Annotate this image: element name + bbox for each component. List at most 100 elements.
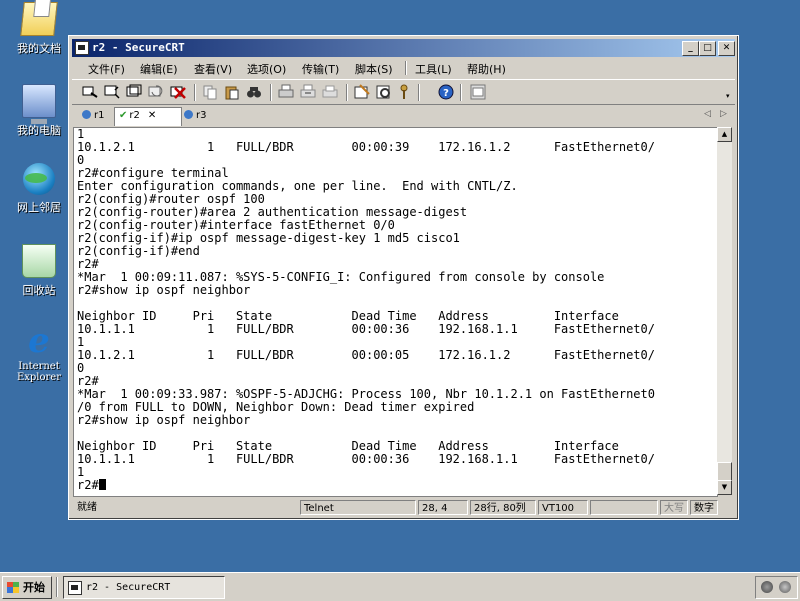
- connect-icon[interactable]: [82, 84, 98, 100]
- menu-options[interactable]: 选项(O): [247, 61, 286, 77]
- print-icon[interactable]: [278, 84, 294, 100]
- my-computer-icon: [22, 84, 56, 124]
- status-ready: 就绪: [77, 502, 97, 513]
- status-caps-lock: 大写: [660, 500, 688, 515]
- scroll-up-button[interactable]: ▲: [717, 127, 732, 142]
- network-places-icon: [23, 163, 55, 195]
- desktop-icon-label: 网上邻居: [17, 201, 61, 214]
- terminal-line: 10.1.2.1 1 FULL/BDR 00:00:39 172.16.1.2 …: [77, 140, 655, 154]
- tab-r2[interactable]: ✔ r2 ✕: [114, 107, 182, 126]
- tab-close-icon[interactable]: ✕: [148, 110, 156, 121]
- terminal-line: r2#show ip ospf neighbor: [77, 283, 251, 297]
- toolbar: ? ▾: [72, 79, 735, 105]
- disconnect-icon[interactable]: [170, 84, 186, 100]
- menu-edit[interactable]: 编辑(E): [140, 61, 178, 77]
- tab-label: r2: [129, 110, 140, 121]
- terminal-output: 1 10.1.2.1 1 FULL/BDR 00:00:39 172.16.1.2…: [77, 128, 655, 492]
- desktop-icon-label: 我的电脑: [17, 124, 61, 137]
- toolbar-separator: [346, 84, 348, 101]
- toolbar-separator: [194, 84, 196, 101]
- toolbar-separator: [270, 84, 272, 101]
- terminal-prompt-line: r2#: [77, 479, 655, 492]
- network-status-icon[interactable]: [779, 581, 791, 593]
- tab-r3[interactable]: r3: [184, 108, 212, 124]
- print-selection-icon[interactable]: [300, 84, 316, 100]
- terminal-line: 10.1.1.1 1 FULL/BDR 00:00:36 192.168.1.1…: [77, 322, 655, 336]
- maximize-button[interactable]: □: [699, 41, 716, 56]
- desktop-icon-label: 我的文档: [17, 42, 61, 55]
- volume-icon[interactable]: [761, 581, 773, 593]
- reconnect-icon[interactable]: [148, 84, 164, 100]
- find-icon[interactable]: [246, 84, 262, 100]
- scroll-down-button[interactable]: ▼: [717, 480, 732, 495]
- copy-icon[interactable]: [202, 84, 218, 100]
- terminal-line: 10.1.1.1 1 FULL/BDR 00:00:36 192.168.1.1…: [77, 452, 655, 466]
- vertical-scrollbar[interactable]: ▲ ▼: [717, 127, 732, 495]
- menu-file[interactable]: 文件(F): [88, 61, 125, 77]
- menu-tools[interactable]: 工具(L): [415, 61, 452, 77]
- tab-label: r3: [196, 110, 207, 121]
- internet-explorer-icon: e: [28, 321, 50, 361]
- securecrt-app-icon: [68, 581, 82, 595]
- session-icon: [82, 110, 91, 119]
- taskbar-button-securecrt[interactable]: r2 - SecureCRT: [63, 576, 225, 599]
- taskbar-button-label: r2 - SecureCRT: [86, 582, 171, 593]
- start-button[interactable]: 开始: [2, 576, 52, 599]
- keymap-icon[interactable]: [396, 84, 412, 100]
- status-terminal-size: 28行, 80列: [470, 500, 536, 515]
- session-tabs: r1 ✔ r2 ✕ r3 ◁ ▷: [72, 106, 735, 126]
- menu-separator: [405, 61, 407, 75]
- minimize-button[interactable]: _: [682, 41, 699, 56]
- paste-icon[interactable]: [224, 84, 240, 100]
- terminal-line: r2#show ip ospf neighbor: [77, 413, 251, 427]
- taskbar: 开始 r2 - SecureCRT: [0, 572, 800, 601]
- print-setup-icon[interactable]: [322, 84, 338, 100]
- desktop-icon-my-documents[interactable]: 我的文档: [8, 2, 70, 56]
- help-icon[interactable]: ?: [438, 84, 454, 100]
- desktop-icon-network-places[interactable]: 网上邻居: [8, 163, 70, 215]
- terminal-prompt: r2#: [77, 478, 99, 492]
- terminal-line: 10.1.2.1 1 FULL/BDR 00:00:05 172.16.1.2 …: [77, 348, 655, 362]
- quick-connect-icon[interactable]: [104, 84, 120, 100]
- terminal-line: r2(config-if)#end: [77, 244, 200, 258]
- menu-transfer[interactable]: 传输(T): [302, 61, 339, 77]
- title-bar[interactable]: r2 - SecureCRT _ □ ✕: [72, 39, 735, 57]
- tab-r1[interactable]: r1: [82, 108, 110, 124]
- menu-bar: 文件(F) 编辑(E) 查看(V) 选项(O) 传输(T) 脚本(S) 工具(L…: [72, 58, 735, 78]
- windows-flag-icon: [7, 582, 19, 593]
- desktop-icon-internet-explorer[interactable]: e Internet Explorer: [8, 321, 70, 383]
- status-blank: [590, 500, 658, 515]
- status-num-lock: 数字: [690, 500, 718, 515]
- status-cursor-position: 28, 4: [418, 500, 468, 515]
- securecrt-app-icon[interactable]: [75, 41, 89, 55]
- session-icon: [184, 110, 193, 119]
- my-documents-icon: [20, 2, 58, 36]
- svg-text:?: ?: [443, 88, 449, 99]
- global-options-icon[interactable]: [376, 84, 392, 100]
- menu-help[interactable]: 帮助(H): [467, 61, 506, 77]
- session-options-icon[interactable]: [354, 84, 370, 100]
- scroll-thumb[interactable]: [717, 462, 732, 481]
- recycle-bin-icon: [22, 244, 56, 278]
- connect-tab-icon[interactable]: [126, 84, 142, 100]
- menu-script[interactable]: 脚本(S): [355, 61, 393, 77]
- status-emulation: VT100: [538, 500, 588, 515]
- desktop-icon-label-line2: Explorer: [16, 372, 62, 383]
- toolbar-overflow-icon[interactable]: ▾: [726, 92, 730, 100]
- securecrt-window[interactable]: r2 - SecureCRT _ □ ✕ 文件(F) 编辑(E) 查看(V) 选…: [68, 35, 739, 520]
- sftp-icon[interactable]: [470, 84, 486, 100]
- tab-scroll-left-icon[interactable]: ◁: [704, 109, 711, 119]
- taskbar-separator: [56, 577, 58, 597]
- terminal-line: 1: [77, 465, 85, 479]
- toolbar-separator: [460, 84, 462, 101]
- window-title: r2 - SecureCRT: [92, 41, 185, 54]
- desktop-icon-my-computer[interactable]: 我的电脑: [8, 84, 70, 138]
- terminal-line: 0: [77, 361, 85, 375]
- desktop-icon-label-line1: Internet: [18, 361, 60, 372]
- tab-scroll-right-icon[interactable]: ▷: [720, 109, 727, 119]
- desktop-icon-recycle-bin[interactable]: 回收站: [8, 244, 70, 298]
- terminal-screen[interactable]: 1 10.1.2.1 1 FULL/BDR 00:00:39 172.16.1.2…: [73, 127, 718, 497]
- menu-view[interactable]: 查看(V): [194, 61, 232, 77]
- start-label: 开始: [23, 581, 45, 594]
- close-button[interactable]: ✕: [718, 41, 735, 56]
